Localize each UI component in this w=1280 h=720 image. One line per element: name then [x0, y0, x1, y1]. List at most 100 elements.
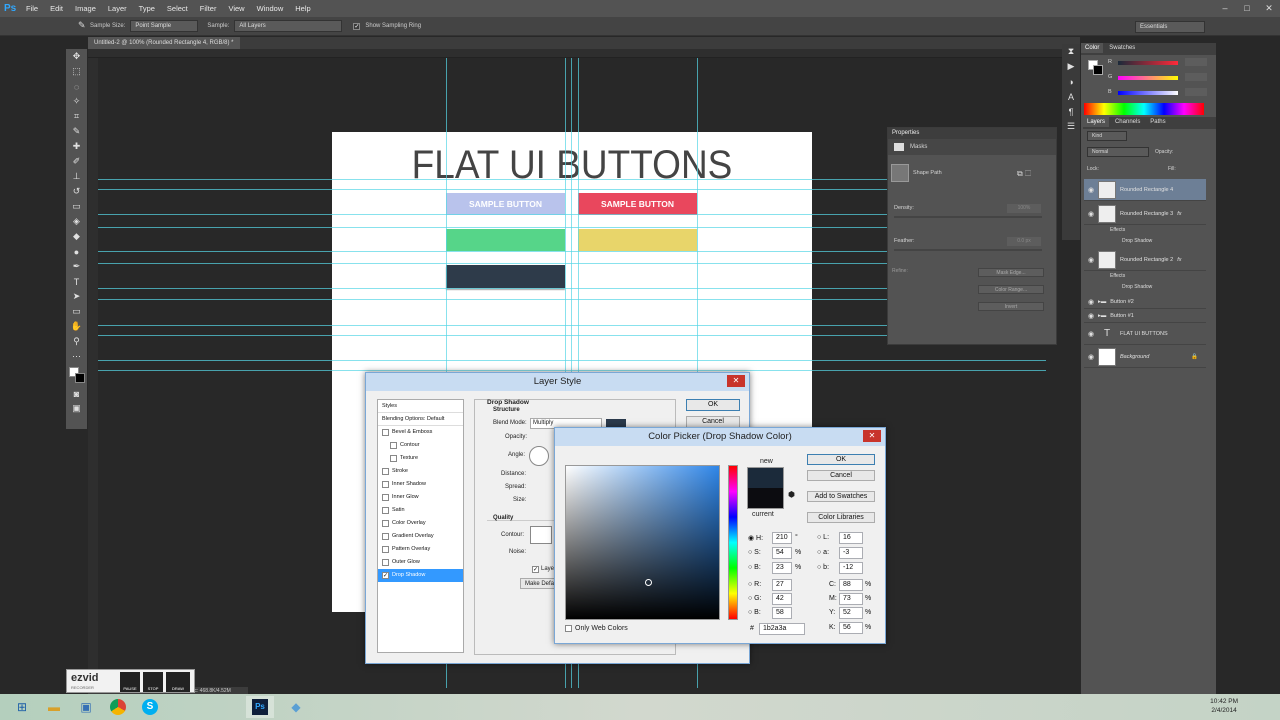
- document-tab[interactable]: Untitled-2 @ 100% (Rounded Rectangle 4, …: [88, 37, 240, 49]
- tab-swatches[interactable]: Swatches: [1105, 43, 1139, 53]
- start-icon[interactable]: ⊞: [8, 696, 36, 718]
- actions-icon[interactable]: ▶: [1062, 59, 1080, 74]
- r-field[interactable]: 27: [772, 579, 792, 591]
- drop-shadow-effect[interactable]: Drop Shadow: [1122, 238, 1152, 244]
- draw-button[interactable]: DRAW: [166, 672, 190, 692]
- b-lab-field[interactable]: -12: [839, 562, 863, 574]
- h-field[interactable]: 210: [772, 532, 792, 544]
- m-field[interactable]: 73: [839, 593, 863, 605]
- checkbox[interactable]: [382, 520, 389, 527]
- properties-icon[interactable]: ☰: [1062, 119, 1080, 134]
- y-field[interactable]: 52: [839, 607, 863, 619]
- quick-mask-icon[interactable]: ◙: [66, 386, 87, 401]
- show-ring-checkbox[interactable]: ✓: [353, 22, 361, 30]
- workspace-select[interactable]: Essentials: [1135, 21, 1205, 33]
- layer-row[interactable]: ◉ Background 🔒: [1084, 346, 1206, 368]
- cube-warning-icon[interactable]: ⬢: [788, 490, 795, 499]
- layer-row[interactable]: ◉ ▸▬ Button #2: [1084, 295, 1206, 309]
- menu-layer[interactable]: Layer: [102, 4, 133, 13]
- style-inner-glow[interactable]: Inner Glow: [378, 491, 463, 504]
- screen-mode-icon[interactable]: ▣: [66, 401, 87, 416]
- channel-g-field[interactable]: [1185, 73, 1207, 81]
- checkbox[interactable]: [390, 455, 397, 462]
- checkbox[interactable]: [382, 546, 389, 553]
- current-color-swatch[interactable]: [747, 488, 784, 509]
- dark-button[interactable]: [446, 265, 565, 288]
- close-icon[interactable]: ✕: [727, 375, 745, 387]
- pen-tool-icon[interactable]: ✒: [66, 259, 87, 274]
- quick-select-icon[interactable]: ✧: [66, 94, 87, 109]
- style-gradient-overlay[interactable]: Gradient Overlay: [378, 530, 463, 543]
- layer-row[interactable]: ◉ ▸▬ Button #1: [1084, 309, 1206, 323]
- hue-slider[interactable]: [728, 465, 738, 620]
- app-icon[interactable]: ◆: [282, 696, 310, 718]
- cancel-button[interactable]: Cancel: [807, 470, 875, 481]
- history-icon[interactable]: ⧗: [1062, 44, 1080, 59]
- style-texture[interactable]: Texture: [378, 452, 463, 465]
- density-field[interactable]: 100%: [1007, 204, 1041, 213]
- pause-button[interactable]: PAUSE: [120, 672, 140, 692]
- channel-b-field[interactable]: [1185, 88, 1207, 96]
- sample-button-red[interactable]: SAMPLE BUTTON: [578, 193, 697, 215]
- hand-tool-icon[interactable]: ✋: [66, 319, 87, 334]
- b-rgb-field[interactable]: 58: [772, 607, 792, 619]
- adjustments-icon[interactable]: ◑: [1062, 74, 1080, 89]
- green-button[interactable]: [446, 229, 565, 251]
- eye-icon[interactable]: ◉: [1084, 298, 1098, 306]
- eye-icon[interactable]: ◉: [1084, 330, 1098, 338]
- drop-shadow-effect[interactable]: Drop Shadow: [1122, 284, 1152, 290]
- eyedropper-icon[interactable]: ✎: [78, 20, 86, 31]
- layer-row[interactable]: ◉ T FLAT UI BUTTONS: [1084, 323, 1206, 345]
- menu-select[interactable]: Select: [161, 4, 194, 13]
- style-color-overlay[interactable]: Color Overlay: [378, 517, 463, 530]
- fx-icon[interactable]: fx: [1177, 211, 1181, 217]
- color-field[interactable]: [565, 465, 720, 620]
- angle-dial[interactable]: [529, 446, 549, 466]
- contour-picker[interactable]: [530, 526, 552, 544]
- mask-options-icon[interactable]: ⧉ ⬚: [1017, 169, 1031, 179]
- channel-r-slider[interactable]: [1118, 61, 1178, 65]
- file-explorer-icon[interactable]: ▬: [40, 696, 68, 718]
- menu-view[interactable]: View: [222, 4, 250, 13]
- feather-slider[interactable]: [894, 249, 1042, 251]
- checkbox[interactable]: [382, 559, 389, 566]
- minimize-icon[interactable]: –: [1214, 0, 1236, 17]
- g-field[interactable]: 42: [772, 593, 792, 605]
- style-contour[interactable]: Contour: [378, 439, 463, 452]
- menu-filter[interactable]: Filter: [194, 4, 223, 13]
- c-field[interactable]: 88: [839, 579, 863, 591]
- eye-icon[interactable]: ◉: [1084, 312, 1098, 320]
- yellow-button[interactable]: [578, 229, 697, 251]
- layer-blend-mode[interactable]: Normal: [1087, 147, 1149, 157]
- menu-image[interactable]: Image: [69, 4, 102, 13]
- path-select-icon[interactable]: ➤: [66, 289, 87, 304]
- channel-r-field[interactable]: [1185, 58, 1207, 66]
- feather-field[interactable]: 0.0 px: [1007, 237, 1041, 246]
- chrome-icon[interactable]: [104, 696, 132, 718]
- menu-file[interactable]: File: [20, 4, 44, 13]
- paragraph-icon[interactable]: ¶: [1062, 104, 1080, 119]
- b-hsb-field[interactable]: 23: [772, 562, 792, 574]
- lasso-tool-icon[interactable]: ◌: [66, 79, 87, 94]
- photoshop-taskbar-icon[interactable]: Ps: [246, 696, 274, 718]
- tab-channels[interactable]: Channels: [1111, 117, 1144, 127]
- color-field-cursor[interactable]: [645, 579, 652, 586]
- zoom-tool-icon[interactable]: ⚲: [66, 334, 87, 349]
- sample-button-blue[interactable]: SAMPLE BUTTON: [446, 193, 565, 215]
- color-spectrum-bar[interactable]: [1084, 103, 1204, 115]
- taskbar-clock[interactable]: 10:42 PM 2/4/2014: [1210, 697, 1238, 715]
- checkbox[interactable]: [382, 468, 389, 475]
- invert-button[interactable]: Invert: [978, 302, 1044, 311]
- sample-select[interactable]: All Layers: [234, 20, 343, 32]
- style-pattern-overlay[interactable]: Pattern Overlay: [378, 543, 463, 556]
- menu-window[interactable]: Window: [251, 4, 290, 13]
- type-tool-icon[interactable]: T: [66, 274, 87, 289]
- checkbox[interactable]: [382, 494, 389, 501]
- stamp-tool-icon[interactable]: ⊥: [66, 169, 87, 184]
- a-field[interactable]: -3: [839, 547, 863, 559]
- brush-tool-icon[interactable]: ✐: [66, 154, 87, 169]
- close-icon[interactable]: ✕: [863, 430, 881, 442]
- hex-field[interactable]: 1b2a3a: [759, 623, 805, 635]
- fx-icon[interactable]: fx: [1177, 257, 1181, 263]
- style-bevel-emboss[interactable]: Bevel & Emboss: [378, 426, 463, 439]
